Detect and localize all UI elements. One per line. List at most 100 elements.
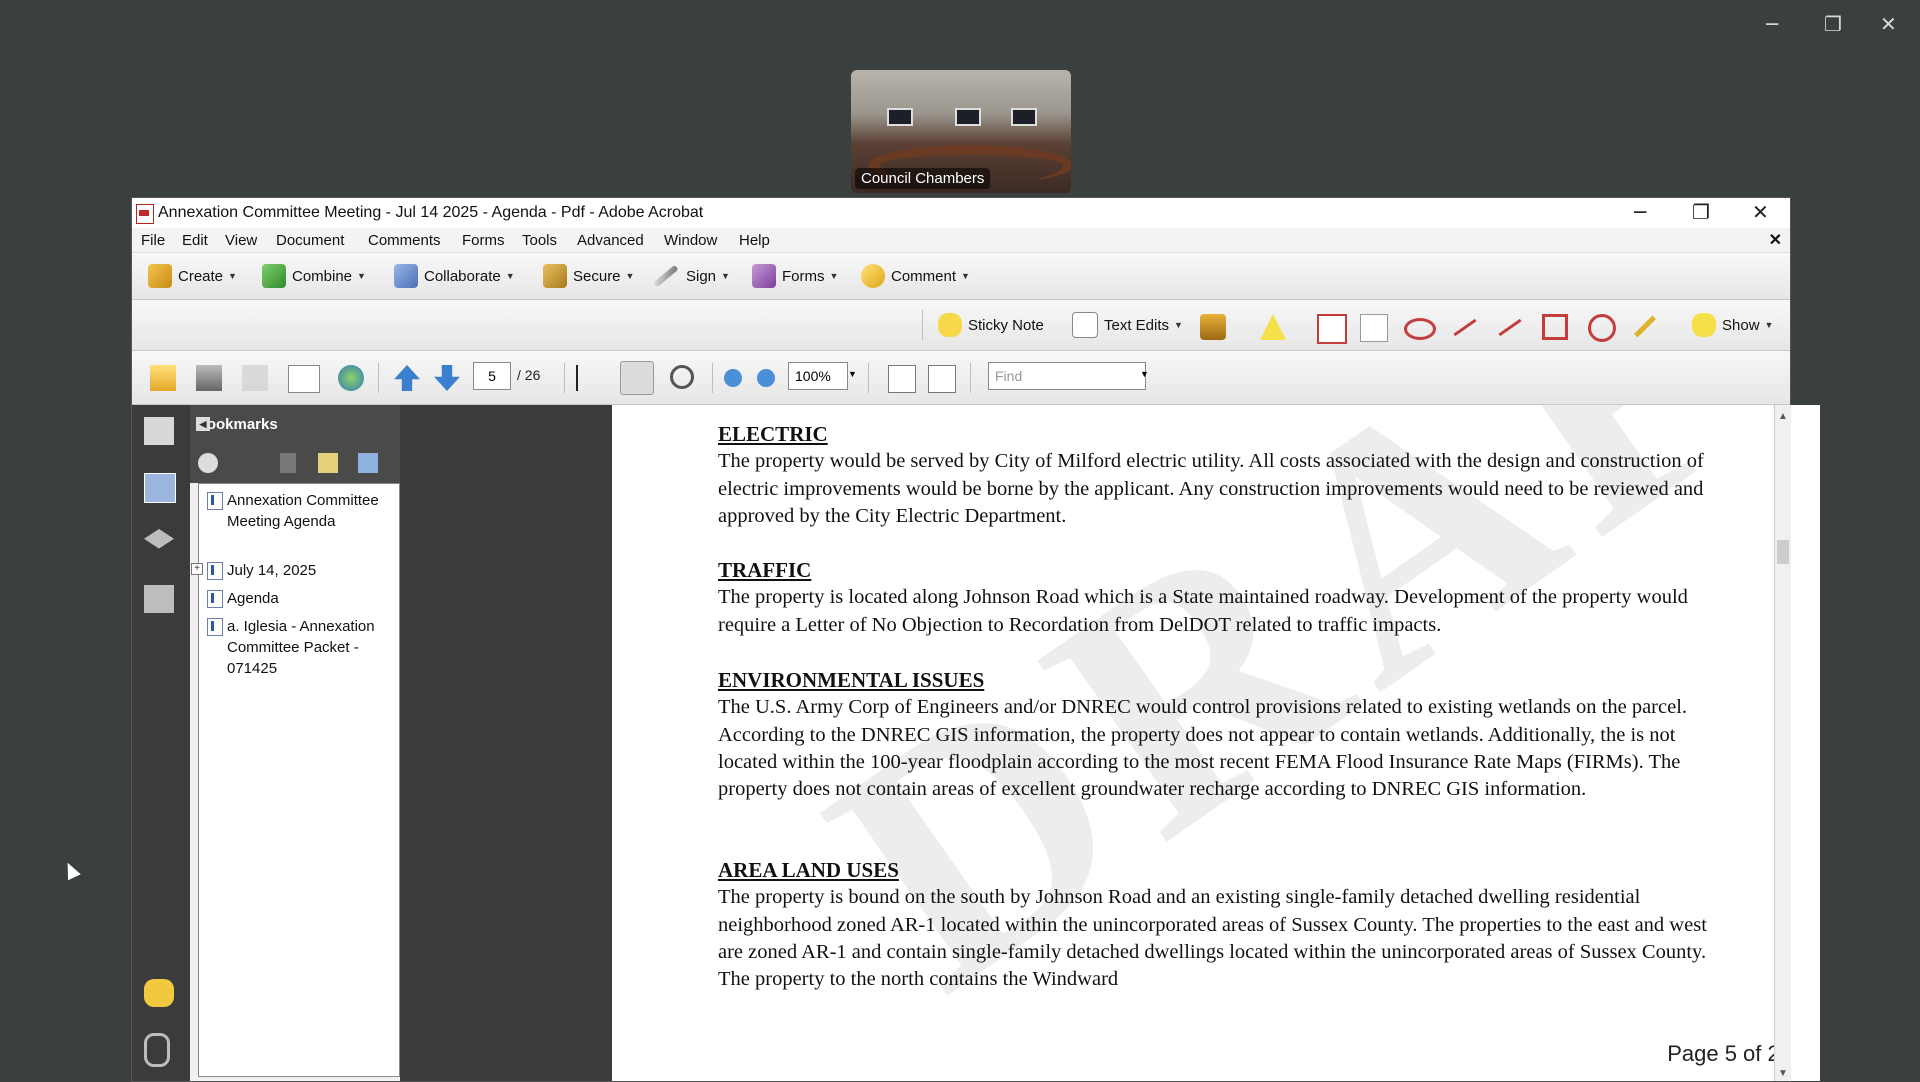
sign-button[interactable]: Sign ▼ bbox=[652, 261, 730, 291]
rectangle-icon[interactable] bbox=[1542, 314, 1568, 340]
open-folder-icon[interactable] bbox=[150, 365, 176, 391]
pdf-page[interactable]: DRAFT ELECTRIC The property would be ser… bbox=[612, 405, 1820, 1081]
show-comments-icon bbox=[1692, 313, 1716, 337]
show-button[interactable]: Show ▼ bbox=[1692, 310, 1773, 340]
pages-icon[interactable] bbox=[144, 417, 174, 445]
save-icon[interactable] bbox=[242, 365, 268, 391]
menu-edit[interactable]: Edit bbox=[182, 232, 208, 249]
menu-help[interactable]: Help bbox=[739, 232, 770, 249]
page-number-input[interactable]: 5 bbox=[473, 362, 511, 390]
menu-window[interactable]: Window bbox=[664, 232, 717, 249]
show-label: Show bbox=[1722, 316, 1760, 334]
zoom-out-icon[interactable] bbox=[724, 369, 742, 387]
create-button[interactable]: Create ▼ bbox=[148, 261, 237, 291]
sticky-note-button[interactable]: Sticky Note bbox=[938, 310, 1044, 340]
sticky-note-label: Sticky Note bbox=[968, 316, 1044, 334]
forms-button[interactable]: Forms ▼ bbox=[752, 261, 838, 291]
bookmarks-panel: Bookmarks ◀ Annexation Committee Meeting… bbox=[190, 405, 401, 1081]
section-heading: ELECTRIC bbox=[718, 422, 828, 446]
bookmark-icon bbox=[207, 562, 223, 580]
combine-button[interactable]: Combine ▼ bbox=[262, 261, 366, 291]
new-bookmark-icon[interactable] bbox=[318, 453, 338, 473]
section-electric: ELECTRIC The property would be served by… bbox=[718, 421, 1718, 530]
print-icon[interactable] bbox=[196, 365, 222, 391]
hand-tool-icon[interactable] bbox=[620, 361, 654, 395]
comment-button[interactable]: Comment ▼ bbox=[861, 261, 970, 291]
secure-button[interactable]: Secure ▼ bbox=[543, 261, 634, 291]
outer-restore-button[interactable]: ❐ bbox=[1824, 12, 1842, 36]
menu-file[interactable]: File bbox=[141, 232, 165, 249]
bookmark-item[interactable]: a. Iglesia - Annexation Committee Packet… bbox=[207, 616, 387, 679]
outer-minimize-button[interactable]: ─ bbox=[1766, 12, 1778, 36]
expand-bookmark-icon[interactable] bbox=[358, 453, 378, 473]
section-heading: TRAFFIC bbox=[718, 558, 812, 582]
pencil-icon[interactable] bbox=[1634, 315, 1656, 338]
highlight-text-icon[interactable] bbox=[1260, 314, 1286, 340]
video-thumbnail[interactable]: Council Chambers bbox=[851, 70, 1071, 193]
find-dropdown-icon[interactable]: ▼ bbox=[1140, 369, 1149, 379]
text-edits-icon bbox=[1072, 312, 1098, 338]
menu-view[interactable]: View bbox=[225, 232, 257, 249]
line-icon[interactable] bbox=[1498, 318, 1522, 337]
attachments-icon[interactable] bbox=[144, 1033, 170, 1067]
menu-tools[interactable]: Tools bbox=[522, 232, 557, 249]
email-icon[interactable] bbox=[288, 365, 320, 393]
restore-button[interactable]: ❐ bbox=[1692, 200, 1710, 224]
bookmark-item[interactable]: Agenda bbox=[207, 588, 387, 609]
minimize-button[interactable]: ─ bbox=[1634, 200, 1646, 224]
stamp-icon[interactable] bbox=[1200, 314, 1226, 340]
menu-comments[interactable]: Comments bbox=[368, 232, 441, 249]
arrow-icon[interactable] bbox=[1453, 318, 1477, 337]
sign-label: Sign bbox=[686, 267, 717, 285]
collaborate-button[interactable]: Collaborate ▼ bbox=[394, 261, 515, 291]
select-text-icon[interactable] bbox=[576, 365, 600, 391]
oval-icon[interactable] bbox=[1588, 314, 1616, 342]
bookmark-item[interactable]: Annexation Committee Meeting Agenda bbox=[207, 490, 387, 532]
scroll-up-icon[interactable]: ▲ bbox=[1778, 411, 1788, 422]
document-close-icon[interactable]: ✕ bbox=[1769, 230, 1782, 250]
bookmarks-list: Annexation Committee Meeting Agenda + Ju… bbox=[191, 483, 400, 1077]
comments-icon[interactable] bbox=[144, 979, 174, 1007]
close-button[interactable]: ✕ bbox=[1752, 200, 1769, 224]
tasks-toolbar: Create ▼ Combine ▼ Collaborate ▼ Secure ▼ Si… bbox=[132, 253, 1790, 300]
section-traffic: TRAFFIC The property is located along Jo… bbox=[718, 557, 1718, 639]
signatures-icon[interactable] bbox=[144, 585, 174, 613]
scrollbar-thumb[interactable] bbox=[1777, 540, 1789, 564]
bookmark-item[interactable]: + July 14, 2025 bbox=[191, 560, 387, 581]
bookmarks-icon[interactable] bbox=[144, 473, 176, 503]
combine-label: Combine bbox=[292, 267, 353, 285]
zoom-level-select[interactable]: 100% bbox=[788, 362, 848, 390]
cloud-icon[interactable] bbox=[1404, 318, 1436, 340]
collapse-panel-icon[interactable]: ◀ bbox=[196, 417, 210, 431]
vertical-scrollbar[interactable]: ▲ ▼ bbox=[1774, 405, 1791, 1081]
menu-advanced[interactable]: Advanced bbox=[577, 232, 644, 249]
menu-document[interactable]: Document bbox=[276, 232, 344, 249]
create-label: Create bbox=[178, 267, 224, 285]
bookmarks-header: Bookmarks ◀ bbox=[190, 405, 400, 443]
delete-bookmark-icon[interactable] bbox=[280, 453, 296, 473]
menu-forms[interactable]: Forms bbox=[462, 232, 505, 249]
navigation-toolbar: 5 / 26 100% ▼ Find ▼ bbox=[132, 351, 1790, 405]
video-caption: Council Chambers bbox=[855, 168, 991, 189]
comment-label: Comment bbox=[891, 267, 957, 285]
full-screen-icon[interactable] bbox=[928, 365, 956, 393]
zoom-dropdown-icon[interactable]: ▼ bbox=[848, 369, 857, 379]
fit-width-icon[interactable] bbox=[888, 365, 916, 393]
text-edits-button[interactable]: Text Edits ▼ bbox=[1072, 310, 1183, 340]
callout-icon[interactable] bbox=[1317, 314, 1347, 344]
layers-icon[interactable] bbox=[144, 529, 174, 549]
next-page-icon[interactable] bbox=[434, 365, 460, 391]
page-count: / 26 bbox=[517, 367, 541, 383]
find-input[interactable]: Find bbox=[988, 362, 1146, 390]
zoom-tool-icon[interactable] bbox=[670, 365, 694, 389]
previous-page-icon[interactable] bbox=[394, 365, 420, 391]
text-box-icon[interactable] bbox=[1360, 314, 1388, 342]
lock-icon bbox=[543, 264, 567, 288]
expand-plus-icon[interactable]: + bbox=[191, 563, 203, 575]
zoom-in-icon[interactable] bbox=[757, 369, 775, 387]
options-gear-icon[interactable] bbox=[198, 453, 218, 473]
document-area: DRAFT ELECTRIC The property would be ser… bbox=[400, 405, 1820, 1081]
outer-close-button[interactable]: ✕ bbox=[1880, 12, 1897, 36]
web-globe-icon[interactable] bbox=[338, 365, 364, 391]
scroll-down-icon[interactable]: ▼ bbox=[1778, 1068, 1788, 1079]
